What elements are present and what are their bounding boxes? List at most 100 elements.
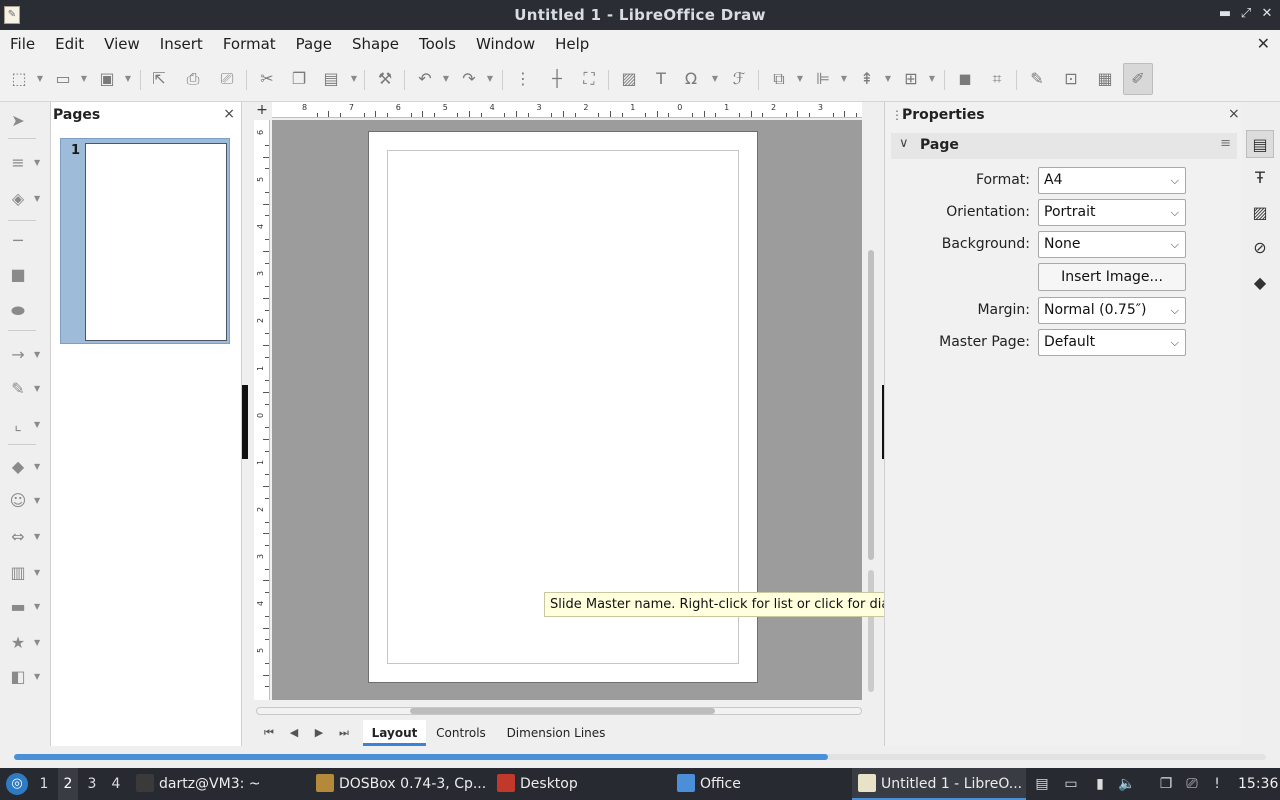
export-pdf-icon[interactable]: ⎙: [182, 68, 204, 90]
stars-dropdown-icon[interactable]: ▼: [34, 636, 44, 650]
menu-view[interactable]: View: [94, 30, 150, 58]
close-document-icon[interactable]: ✕: [1257, 34, 1270, 53]
menu-page[interactable]: Page: [286, 30, 342, 58]
basic-shapes-icon[interactable]: ◆: [6, 456, 30, 478]
helplines-icon[interactable]: ┼: [546, 68, 568, 90]
basic-shapes-dropdown-icon[interactable]: ▼: [34, 460, 44, 474]
chevron-down-icon[interactable]: ∨: [899, 136, 909, 151]
transformations-dropdown-icon[interactable]: ▼: [796, 72, 804, 86]
menu-file[interactable]: File: [0, 30, 45, 58]
ruler-tab-stop-selector[interactable]: +: [254, 102, 270, 118]
insert-text-box-icon[interactable]: T: [650, 68, 672, 90]
fontwork-icon[interactable]: ℱ: [728, 68, 750, 90]
paste-icon[interactable]: ▤: [320, 68, 342, 90]
background-select[interactable]: None ⌵: [1038, 231, 1186, 258]
insert-image-button[interactable]: Insert Image...: [1038, 263, 1186, 291]
page-section-header[interactable]: ∨ Page ≡: [891, 133, 1237, 159]
new-document-icon[interactable]: ⬚: [8, 68, 30, 90]
workspace-2[interactable]: 2: [58, 768, 78, 800]
menu-edit[interactable]: Edit: [45, 30, 94, 58]
lines-arrows-icon[interactable]: →: [6, 344, 30, 366]
draw-functions-icon[interactable]: ✐: [1127, 68, 1149, 90]
task-office[interactable]: Office: [677, 768, 847, 800]
arrange-dropdown-icon[interactable]: ▼: [884, 72, 892, 86]
task-terminal[interactable]: dartz@VM3: ~: [136, 768, 306, 800]
callouts-icon[interactable]: ▬: [6, 596, 30, 618]
clipboard-tray-icon[interactable]: ❐: [1157, 775, 1175, 793]
navigator-tab-icon[interactable]: ⊘: [1246, 234, 1274, 262]
special-character-icon[interactable]: Ω: [680, 68, 702, 90]
minimize-icon[interactable]: ▬: [1216, 5, 1234, 23]
zoom-pan-icon[interactable]: ⛶: [578, 68, 600, 90]
task-libreoffice-draw[interactable]: Untitled 1 - LibreO...: [852, 768, 1026, 800]
points-icon[interactable]: ✎: [1026, 68, 1048, 90]
restore-icon[interactable]: ⤢: [1237, 5, 1255, 23]
block-arrows-dropdown-icon[interactable]: ▼: [34, 530, 44, 544]
screen-tray-icon[interactable]: ▭: [1062, 775, 1080, 793]
lines-arrows-dropdown-icon[interactable]: ▼: [34, 348, 44, 362]
select-icon[interactable]: ➤: [6, 110, 30, 132]
align-dropdown-icon[interactable]: ▼: [840, 72, 848, 86]
flowchart-dropdown-icon[interactable]: ▼: [34, 566, 44, 580]
new-dropdown-icon[interactable]: ▼: [36, 72, 44, 86]
file-manager-tray-icon[interactable]: ▤: [1033, 775, 1051, 793]
line-color-dropdown-icon[interactable]: ▼: [34, 156, 44, 170]
menu-insert[interactable]: Insert: [150, 30, 213, 58]
symbol-shapes-icon[interactable]: ☺: [6, 490, 30, 512]
vertical-ruler[interactable]: 6 5 4 3 2 1 0 1 2 3 4 5: [254, 120, 270, 700]
fill-color-icon[interactable]: ◈: [6, 188, 30, 210]
workspace-3[interactable]: 3: [82, 768, 102, 800]
special-character-dropdown-icon[interactable]: ▼: [711, 72, 719, 86]
grid-icon[interactable]: ⋮: [512, 68, 534, 90]
layer-tab-controls[interactable]: Controls: [428, 720, 494, 746]
task-dosbox[interactable]: DOSBox 0.74-3, Cp...: [316, 768, 492, 800]
connectors-dropdown-icon[interactable]: ▼: [34, 418, 44, 432]
undo-icon[interactable]: ↶: [414, 68, 436, 90]
callouts-dropdown-icon[interactable]: ▼: [34, 600, 44, 614]
vertical-scrollbar-thumb[interactable]: [868, 250, 874, 560]
stars-icon[interactable]: ★: [6, 632, 30, 654]
arrange-icon[interactable]: ⇞: [856, 68, 878, 90]
copy-icon[interactable]: ❐: [288, 68, 310, 90]
menu-shape[interactable]: Shape: [342, 30, 409, 58]
connectors-icon[interactable]: ⌞: [6, 414, 30, 436]
open-dropdown-icon[interactable]: ▼: [80, 72, 88, 86]
line-color-icon[interactable]: ≡: [6, 152, 30, 174]
pages-panel-close-icon[interactable]: ×: [223, 106, 235, 122]
fill-color-dropdown-icon[interactable]: ▼: [34, 192, 44, 206]
menu-window[interactable]: Window: [466, 30, 545, 58]
volume-icon[interactable]: 🔈: [1118, 775, 1136, 793]
battery-tray-icon[interactable]: ▮: [1091, 775, 1109, 793]
network-tray-icon[interactable]: ⎚: [1183, 775, 1201, 793]
save-icon[interactable]: ▣: [96, 68, 118, 90]
last-layer-icon[interactable]: ⏭: [337, 725, 351, 741]
open-icon[interactable]: ▭: [52, 68, 74, 90]
task-desktop[interactable]: Desktop: [497, 768, 667, 800]
workspace-1[interactable]: 1: [34, 768, 54, 800]
layer-tab-dimension-lines[interactable]: Dimension Lines: [500, 720, 612, 746]
horizontal-ruler[interactable]: 8 7 6 5 4 3 2 1 0 1 2 3: [272, 102, 862, 118]
align-objects-icon[interactable]: ⊫: [812, 68, 834, 90]
format-select[interactable]: A4 ⌵: [1038, 167, 1186, 194]
shadow-icon[interactable]: ◼: [954, 68, 976, 90]
vertical-scrollbar-track[interactable]: [868, 570, 874, 692]
redo-icon[interactable]: ↷: [458, 68, 480, 90]
symbol-shapes-dropdown-icon[interactable]: ▼: [34, 494, 44, 508]
updates-tray-icon[interactable]: !: [1208, 775, 1226, 793]
curves-dropdown-icon[interactable]: ▼: [34, 382, 44, 396]
close-window-icon[interactable]: ✕: [1258, 5, 1276, 23]
crop-icon[interactable]: ⌗: [986, 68, 1008, 90]
3d-objects-dropdown-icon[interactable]: ▼: [34, 670, 44, 684]
start-menu-icon[interactable]: ◎: [6, 773, 28, 795]
undo-dropdown-icon[interactable]: ▼: [442, 72, 450, 86]
clone-formatting-icon[interactable]: ⚒: [374, 68, 396, 90]
rectangle-tool-icon[interactable]: ■: [6, 264, 30, 286]
styles-tab-icon[interactable]: Ŧ: [1246, 164, 1274, 192]
next-layer-icon[interactable]: ▶: [312, 725, 326, 741]
layer-tab-layout[interactable]: Layout: [363, 720, 426, 746]
properties-tab-icon[interactable]: ▤: [1246, 130, 1274, 158]
distribute-dropdown-icon[interactable]: ▼: [928, 72, 936, 86]
left-panel-collapse-handle[interactable]: [242, 385, 248, 459]
ellipse-tool-icon[interactable]: ⬬: [6, 300, 30, 322]
save-dropdown-icon[interactable]: ▼: [124, 72, 132, 86]
